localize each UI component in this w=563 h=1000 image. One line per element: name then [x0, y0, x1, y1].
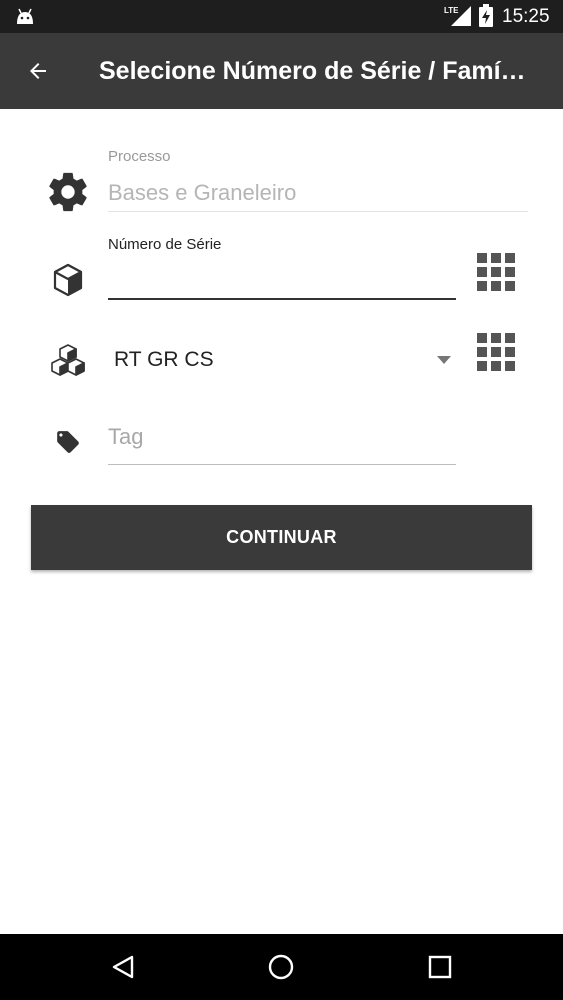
recents-square-icon[interactable]	[425, 952, 455, 982]
numero-serie-underline	[108, 298, 456, 300]
tag-icon	[50, 424, 86, 460]
grid-scan-icon	[477, 253, 487, 263]
back-button[interactable]	[18, 51, 58, 91]
status-time: 15:25	[502, 6, 550, 27]
android-icon	[17, 8, 33, 24]
numero-serie-input[interactable]	[108, 262, 456, 296]
network-label: LTE	[444, 6, 459, 15]
processo-underline	[108, 211, 528, 212]
home-circle-icon[interactable]	[266, 952, 296, 982]
back-triangle-icon[interactable]	[108, 952, 138, 982]
lte-signal-icon: LTE	[444, 6, 471, 26]
processo-label: Processo	[108, 148, 171, 165]
tag-underline	[108, 464, 456, 465]
gear-icon	[44, 168, 92, 216]
battery-charging-icon	[479, 4, 493, 27]
page-title: Selecione Número de Série / Famí…	[99, 57, 526, 85]
numero-serie-label: Número de Série	[108, 236, 222, 253]
tag-input[interactable]: Tag	[108, 424, 143, 450]
cube-icon	[48, 260, 88, 300]
grid-scan-icon	[477, 333, 487, 343]
familia-select[interactable]: RT GR CS	[114, 348, 214, 372]
numero-serie-scan-button[interactable]	[477, 253, 517, 293]
status-bar: LTE 15:25	[0, 0, 563, 33]
dropdown-arrow-icon[interactable]	[434, 352, 454, 368]
navigation-bar	[0, 934, 563, 1000]
arrow-back-icon	[30, 63, 46, 79]
cubes-icon	[46, 338, 90, 382]
continue-button[interactable]: CONTINUAR	[31, 505, 532, 570]
familia-scan-button[interactable]	[477, 333, 517, 373]
app-bar: Selecione Número de Série / Famí…	[0, 33, 563, 109]
processo-field: Bases e Graneleiro	[108, 180, 297, 205]
